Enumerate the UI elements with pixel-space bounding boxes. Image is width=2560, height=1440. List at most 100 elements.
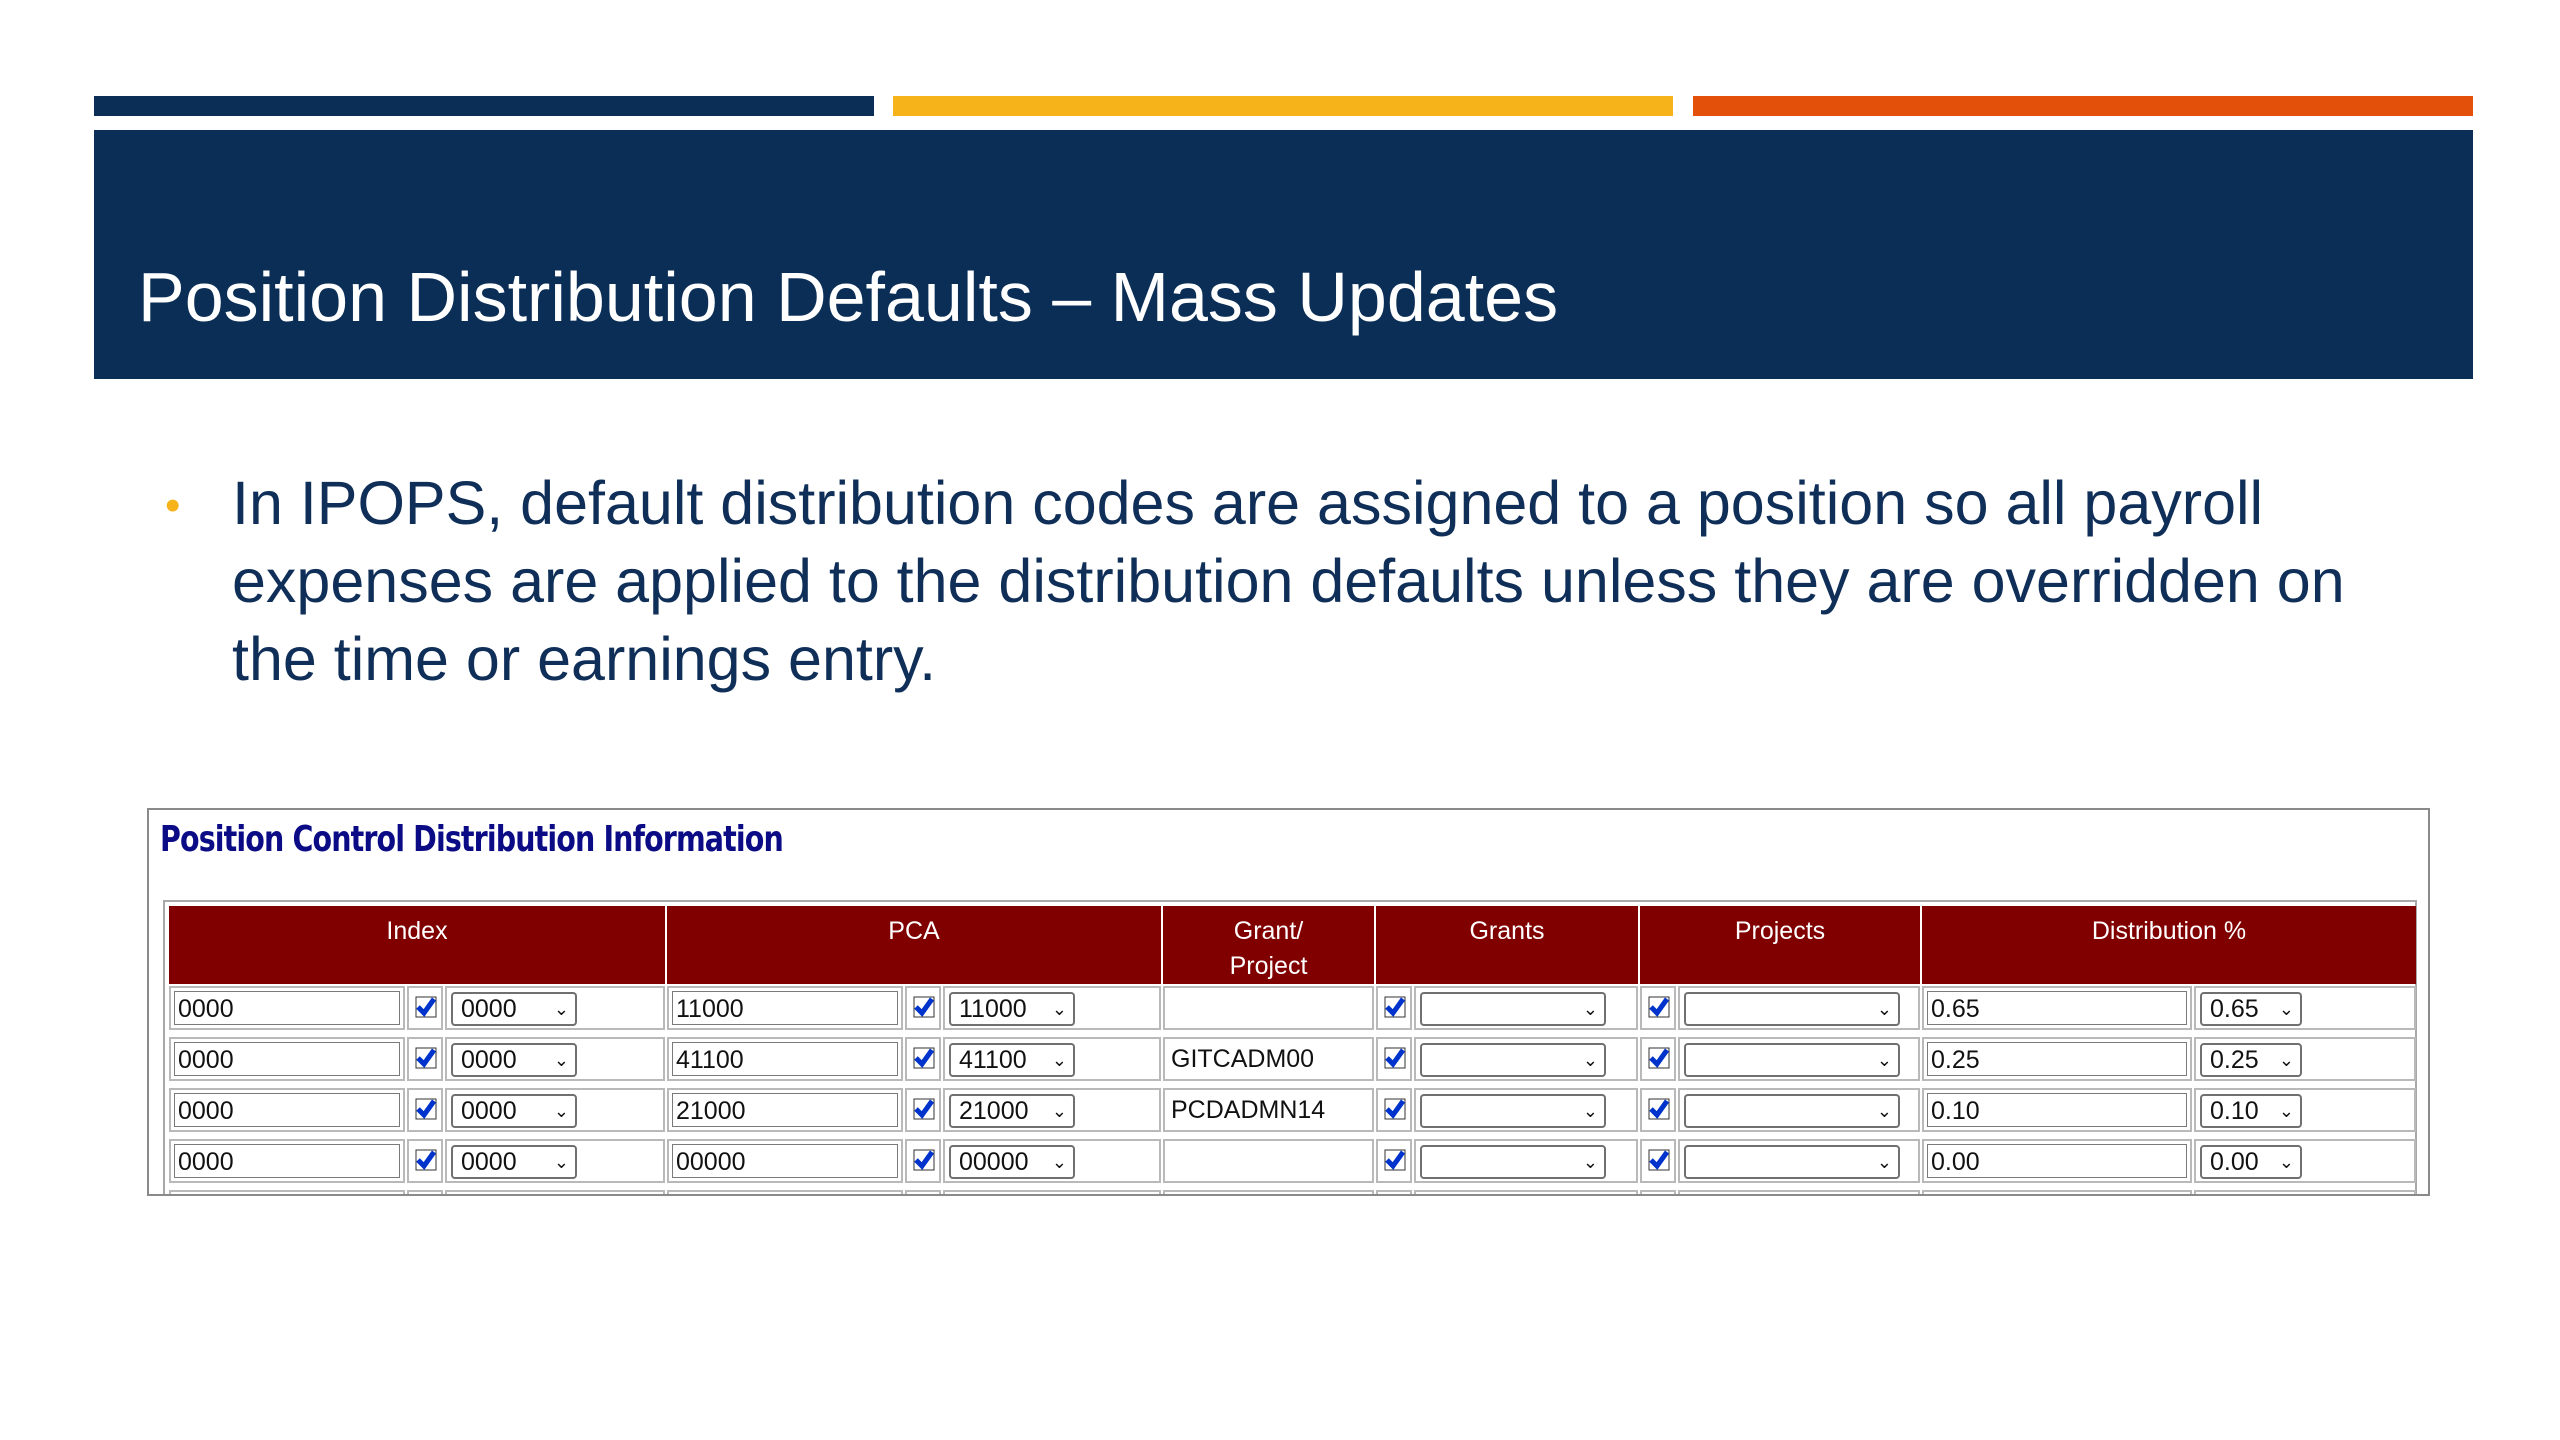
- table-cell: 0.65 ⌄: [2194, 986, 2416, 1030]
- grants-select-dropdown[interactable]: ⌄: [1420, 1094, 1606, 1128]
- chevron-down-icon: ⌄: [2278, 1050, 2294, 1070]
- table-cell: ⌄: [1678, 1139, 1920, 1183]
- bullet-text: In IPOPS, default distribution codes are…: [232, 469, 2345, 693]
- table-cell: ⌄: [1414, 1139, 1638, 1183]
- grants-select-dropdown[interactable]: ⌄: [1420, 1145, 1606, 1179]
- table-cell: 0000 ⌄: [445, 986, 665, 1030]
- index-checkbox[interactable]: [415, 1149, 437, 1171]
- chevron-down-icon: ⌄: [1582, 1152, 1598, 1172]
- projects-select-dropdown[interactable]: ⌄: [1684, 1094, 1900, 1128]
- table-cell: [1376, 1139, 1412, 1183]
- dropdown-value: 0.65: [2210, 995, 2259, 1023]
- table-cell: 21000: [667, 1088, 903, 1132]
- dist-select-dropdown[interactable]: 0.00 ⌄: [2200, 1145, 2302, 1179]
- dropdown-value: 0.25: [2210, 1046, 2259, 1074]
- pca-input[interactable]: 41100: [672, 1042, 898, 1076]
- grant-project-input[interactable]: GITCADM00: [1168, 1042, 1369, 1076]
- pca-checkbox[interactable]: [913, 1047, 935, 1069]
- table-cell: [905, 986, 941, 1030]
- dist-input[interactable]: 0.10: [1927, 1093, 2187, 1127]
- table-cell: ⌄: [1678, 986, 1920, 1030]
- table-cell: [407, 1190, 443, 1194]
- index-select-dropdown[interactable]: 0000 ⌄: [451, 1094, 577, 1128]
- table-cell: [1376, 1190, 1412, 1194]
- table-cell: [407, 1139, 443, 1183]
- pca-select-dropdown[interactable]: 00000 ⌄: [949, 1145, 1075, 1179]
- index-checkbox[interactable]: [415, 1098, 437, 1120]
- projects-checkbox[interactable]: [1648, 1149, 1670, 1171]
- pca-select-dropdown[interactable]: 41100 ⌄: [949, 1043, 1075, 1077]
- index-select-dropdown[interactable]: 0000 ⌄: [451, 1145, 577, 1179]
- bullet-dot-icon: •: [165, 481, 181, 530]
- chevron-down-icon: ⌄: [1582, 1101, 1598, 1121]
- index-input[interactable]: 0000: [174, 1042, 400, 1076]
- grant-project-input[interactable]: PCDADMN14: [1168, 1093, 1369, 1127]
- table-cell: [1376, 1037, 1412, 1081]
- table-cell: [1376, 986, 1412, 1030]
- projects-checkbox[interactable]: [1648, 996, 1670, 1018]
- table-cell: ⌄: [1678, 1088, 1920, 1132]
- projects-select-dropdown[interactable]: ⌄: [1684, 1145, 1900, 1179]
- dropdown-value: 00000: [959, 1148, 1029, 1176]
- grants-checkbox[interactable]: [1384, 996, 1406, 1018]
- grant-project-input[interactable]: [1168, 991, 1369, 1025]
- table-cell: [1678, 1190, 1920, 1194]
- table-cell: [1163, 1139, 1374, 1183]
- pca-select-dropdown[interactable]: 21000 ⌄: [949, 1094, 1075, 1128]
- table-cell: 0000 ⌄: [445, 1088, 665, 1132]
- grants-select-dropdown[interactable]: ⌄: [1420, 1043, 1606, 1077]
- pca-input[interactable]: 11000: [672, 991, 898, 1025]
- index-input[interactable]: 0000: [174, 991, 400, 1025]
- dist-input[interactable]: 0.25: [1927, 1042, 2187, 1076]
- index-checkbox[interactable]: [415, 1047, 437, 1069]
- dropdown-value: 11000: [959, 995, 1027, 1023]
- pca-input[interactable]: 21000: [672, 1093, 898, 1127]
- projects-checkbox[interactable]: [1648, 1047, 1670, 1069]
- header-pca: PCA: [667, 906, 1161, 984]
- header-grant-project-line1: Grant/: [1233, 917, 1304, 945]
- index-select-dropdown[interactable]: 0000 ⌄: [451, 1043, 577, 1077]
- table-cell: [905, 1190, 941, 1194]
- table-cell: 0.25: [1922, 1037, 2192, 1081]
- dist-select-dropdown[interactable]: 0.10 ⌄: [2200, 1094, 2302, 1128]
- grants-checkbox[interactable]: [1384, 1047, 1406, 1069]
- projects-select-dropdown[interactable]: ⌄: [1684, 1043, 1900, 1077]
- table-cell: [943, 1190, 1161, 1194]
- pca-input[interactable]: 00000: [672, 1144, 898, 1178]
- dist-input[interactable]: 0.00: [1927, 1144, 2187, 1178]
- title-banner: Position Distribution Defaults – Mass Up…: [94, 130, 2473, 379]
- table-cell: 0.10: [1922, 1088, 2192, 1132]
- dropdown-value: 21000: [959, 1097, 1029, 1125]
- chevron-down-icon: ⌄: [553, 1101, 569, 1121]
- pca-checkbox[interactable]: [913, 1098, 935, 1120]
- index-select-dropdown[interactable]: 0000 ⌄: [451, 992, 577, 1026]
- chevron-down-icon: ⌄: [1582, 999, 1598, 1019]
- table-cell: ⌄: [1414, 986, 1638, 1030]
- dist-select-dropdown[interactable]: 0.65 ⌄: [2200, 992, 2302, 1026]
- chevron-down-icon: ⌄: [1051, 1101, 1067, 1121]
- dist-select-dropdown[interactable]: 0.25 ⌄: [2200, 1043, 2302, 1077]
- chevron-down-icon: ⌄: [2278, 1152, 2294, 1172]
- index-checkbox[interactable]: [415, 996, 437, 1018]
- dist-input[interactable]: 0.65: [1927, 991, 2187, 1025]
- pca-select-dropdown[interactable]: 11000 ⌄: [949, 992, 1075, 1026]
- index-input[interactable]: 0000: [174, 1144, 400, 1178]
- grants-checkbox[interactable]: [1384, 1149, 1406, 1171]
- table-cell: [1414, 1190, 1638, 1194]
- header-projects: Projects: [1640, 906, 1920, 984]
- table-cell: 0.00 ⌄: [2194, 1139, 2416, 1183]
- projects-checkbox[interactable]: [1648, 1098, 1670, 1120]
- dropdown-value: 0000: [461, 1097, 517, 1125]
- pca-checkbox[interactable]: [913, 996, 935, 1018]
- pca-checkbox[interactable]: [913, 1149, 935, 1171]
- grant-project-input[interactable]: [1168, 1144, 1369, 1178]
- projects-select-dropdown[interactable]: ⌄: [1684, 992, 1900, 1026]
- table-cell: [1922, 1190, 2192, 1194]
- table-cell: GITCADM00: [1163, 1037, 1374, 1081]
- dropdown-value: 41100: [959, 1046, 1027, 1074]
- dropdown-value: 0000: [461, 1148, 517, 1176]
- header-grant-project-line2: Project: [1229, 952, 1308, 980]
- grants-select-dropdown[interactable]: ⌄: [1420, 992, 1606, 1026]
- grants-checkbox[interactable]: [1384, 1098, 1406, 1120]
- index-input[interactable]: 0000: [174, 1093, 400, 1127]
